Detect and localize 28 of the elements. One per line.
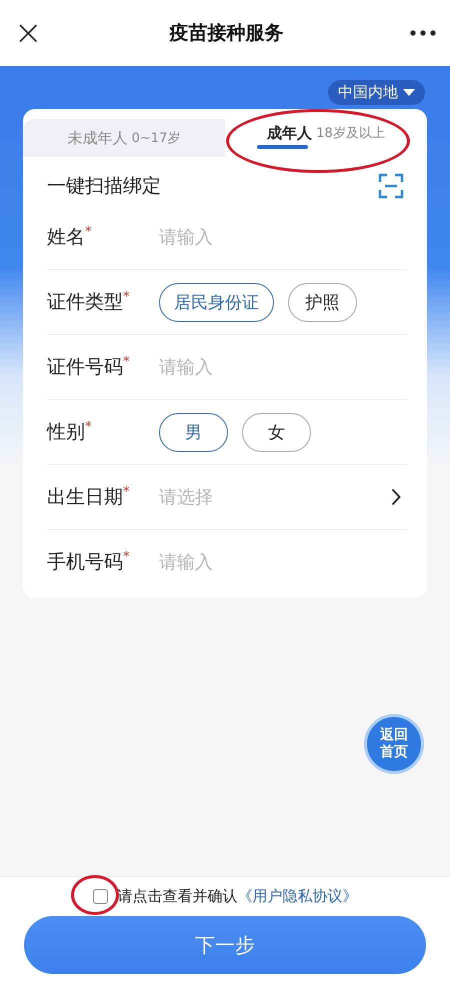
scan-icon[interactable] — [378, 173, 404, 199]
chevron-right-icon — [391, 488, 401, 506]
page-title: 疫苗接种服务 — [169, 21, 284, 46]
caret-icon — [403, 88, 415, 96]
field-label: 手机号码$^{*}$ — [47, 549, 130, 575]
option-chip[interactable]: 女 — [242, 412, 311, 452]
field-label: 出生日期$^{*}$ — [47, 484, 130, 510]
tab-indicator — [257, 145, 308, 149]
scan-bind-label: 一键扫描绑定 — [47, 174, 161, 199]
tab-label: 成年人 — [267, 124, 312, 142]
more-icon[interactable] — [410, 30, 436, 36]
option-chip[interactable]: 居民身份证 — [159, 282, 274, 322]
home-button[interactable]: 返回 首页 — [364, 714, 424, 774]
field-label: 性别$^{*}$ — [47, 419, 92, 445]
field-label: 证件类型$^{*}$ — [47, 289, 130, 315]
option-chip[interactable]: 男 — [159, 412, 228, 452]
region-dropdown[interactable]: 中国内地 — [328, 80, 425, 105]
tab-label: 未成年人 — [68, 128, 128, 148]
agreement-checkbox[interactable] — [92, 889, 108, 904]
age-tab[interactable]: 未成年人 0~17岁 — [23, 119, 225, 157]
option-chip[interactable]: 护照 — [288, 282, 357, 322]
privacy-agreement-link[interactable]: 《用户隐私协议》 — [238, 887, 358, 906]
field-label: 姓名$^{*}$ — [47, 224, 92, 250]
tab-age-range: 0~17岁 — [132, 130, 180, 147]
next-step-button[interactable]: 下一步 — [24, 916, 426, 974]
tab-age-range: 18岁及以上 — [316, 125, 385, 142]
close-icon[interactable]: × — [14, 16, 42, 50]
field-label: 证件号码$^{*}$ — [47, 354, 130, 380]
